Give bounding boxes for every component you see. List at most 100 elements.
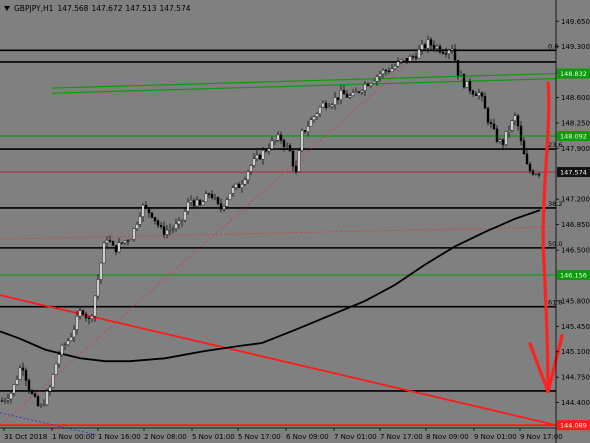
bear-candle [120,242,124,244]
bear-candle [537,173,541,176]
bull-candle [9,393,13,400]
bear-candle [126,240,130,242]
dropdown-icon[interactable] [4,5,10,11]
time-tick-label: 9 Nov 17:00 [520,433,563,441]
bull-candle [246,171,250,180]
bull-candle [138,216,142,225]
bear-candle [345,93,349,98]
bull-candle [57,354,61,365]
high-value: 147.672 [91,3,123,13]
bull-candle [327,106,331,108]
bull-candle [513,115,517,121]
bear-candle [414,56,418,59]
bull-candle [381,70,385,75]
bull-candle [375,76,379,82]
bear-candle [336,97,340,100]
bull-candle [168,229,172,231]
bear-candle [522,140,526,155]
bull-candle [450,48,454,51]
bear-candle [210,194,214,199]
bear-candle [429,39,433,46]
price-tick-label: 145.100 [561,348,590,356]
bull-candle [276,134,280,141]
bull-candle [270,140,274,149]
bull-candle [183,211,187,221]
bull-candle [201,201,205,206]
bear-candle [492,123,496,130]
bull-candle [312,116,316,120]
bull-candle [12,384,16,394]
bear-candle [84,313,88,319]
bull-candle [132,228,136,240]
bear-candle [387,70,391,72]
bear-candle [342,90,346,95]
price-tick-label: 146.500 [561,247,590,255]
bear-candle [480,92,484,97]
bear-candle [192,200,196,207]
price-tick-label: 147.200 [561,196,590,204]
bull-candle [300,130,304,151]
bull-candle [417,49,421,59]
close-value: 147.574 [159,3,191,13]
time-tick-label: 6 Nov 09:00 [286,433,329,441]
bull-candle [45,391,49,405]
bull-candle [195,199,199,207]
bear-candle [528,163,532,172]
bull-candle [63,344,67,346]
bear-candle [288,145,292,152]
price-chart[interactable]: 0.023.638.250.061.8 149.650149.300148.95… [0,0,590,443]
bull-candle [105,240,109,244]
bull-candle [228,193,232,200]
bull-candle [189,200,193,203]
bull-candle [318,106,322,114]
bear-candle [294,165,298,172]
bear-candle [411,56,415,58]
time-tick-label: 31 Oct 2018 [4,433,47,441]
bull-candle [393,66,397,70]
time-tick-label: 7 Nov 17:00 [380,433,423,441]
bull-candle [48,386,52,392]
bear-candle [111,241,115,246]
bull-candle [117,242,121,253]
bear-candle [162,226,166,235]
bear-candle [405,58,409,62]
bull-candle [255,154,259,159]
bull-candle [3,400,7,402]
bull-candle [396,61,400,67]
bear-candle [519,125,523,141]
bull-candle [465,81,469,88]
time-tick-label: 7 Nov 01:00 [334,433,377,441]
bull-candle [477,92,481,96]
bull-candle [96,279,100,297]
bear-candle [198,199,202,206]
red-level-badge: 144.089 [560,422,587,430]
bull-candle [39,405,43,407]
bull-candle [330,104,334,107]
bull-candle [174,223,178,229]
bull-candle [498,139,502,142]
bull-candle [378,73,382,77]
bull-candle [222,206,226,210]
bull-candle [249,165,253,172]
time-tick-label: 5 Nov 17:00 [238,433,281,441]
bear-candle [207,193,211,195]
bull-candle [372,81,376,84]
bear-candle [495,128,499,142]
bull-candle [93,295,97,317]
bull-candle [18,367,22,380]
bear-candle [456,60,460,76]
price-tick-label: 145.800 [561,297,590,305]
bear-candle [258,154,262,160]
bull-candle [390,68,394,72]
bull-candle [129,239,133,241]
chart-window[interactable]: 0.023.638.250.061.8 149.650149.300148.95… [0,0,590,443]
green-level-badge: 146.156 [560,272,587,280]
price-tick-label: 148.600 [561,94,590,102]
bull-candle [534,173,538,176]
current-price-badge: 147.574 [560,169,587,177]
bear-candle [108,240,112,242]
bull-candle [315,113,319,117]
bear-candle [474,93,478,96]
bull-candle [135,224,139,229]
bear-candle [501,139,505,145]
